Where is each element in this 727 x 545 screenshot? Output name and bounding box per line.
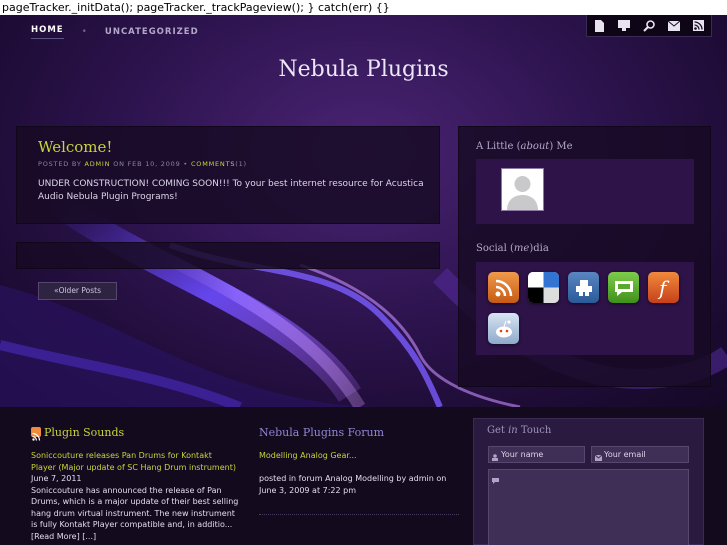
stumbleupon-icon[interactable] [568, 272, 599, 303]
nav-separator: • [81, 27, 87, 37]
contact-panel: Get in Touch Your name Your email [473, 418, 704, 545]
plugin-sounds-date: June 7, 2011 [31, 474, 82, 483]
email-placeholder: Your email [604, 450, 646, 459]
search-icon[interactable] [642, 19, 656, 33]
document-icon[interactable] [592, 19, 606, 33]
name-input[interactable]: Your name [488, 446, 585, 463]
contact-heading: Get in Touch [487, 425, 552, 436]
about-box [476, 159, 694, 224]
plugin-sounds-entry: Soniccouture releases Pan Drums for Kont… [31, 450, 239, 542]
email-input[interactable]: Your email [591, 446, 689, 463]
forum-post-meta: posted in forum Analog Modelling by admi… [259, 474, 447, 495]
plugin-sounds-link[interactable]: Soniccouture releases Pan Drums for Kont… [31, 451, 236, 472]
script-error-text: pageTracker._initData(); pageTracker._tr… [0, 0, 727, 15]
empty-panel [16, 242, 440, 269]
post-author-link[interactable]: ADMIN [84, 160, 110, 168]
delicious-icon[interactable] [528, 272, 559, 303]
post-comments-link[interactable]: COMMENTS [191, 160, 235, 168]
post-body: UNDER CONSTRUCTION! COMING SOON!!! To yo… [38, 179, 424, 202]
mail-icon[interactable] [667, 19, 681, 33]
plugin-sounds-body: Soniccouture has announced the release o… [31, 485, 239, 541]
rss-icon[interactable] [692, 19, 706, 33]
message-textarea[interactable] [488, 469, 689, 545]
user-icon [492, 451, 498, 461]
plugin-sounds-title[interactable]: Plugin Sounds [44, 426, 124, 439]
top-icon-bar [586, 15, 712, 37]
forum-title[interactable]: Nebula Plugins Forum [259, 426, 384, 439]
post-comments-count: (1) [235, 160, 247, 168]
monitor-icon[interactable] [617, 19, 631, 33]
site-title[interactable]: Nebula Plugins [0, 57, 727, 82]
post-title[interactable]: Welcome! [38, 138, 112, 156]
avatar [501, 168, 544, 211]
chat-icon [492, 474, 499, 484]
svg-text:f: f [657, 277, 670, 299]
post-date: ON FEB 10, 2009 • [113, 160, 189, 168]
post-meta: POSTED BY ADMIN ON FEB 10, 2009 • COMMEN… [38, 160, 247, 168]
reddit-icon[interactable] [488, 313, 519, 344]
about-heading: A Little (about) Me [476, 141, 573, 152]
social-box: f [476, 262, 694, 355]
forum-divider [259, 514, 459, 515]
forum-entry: Modelling Analog Gear... posted in forum… [259, 450, 459, 496]
nav-uncategorized[interactable]: UNCATEGORIZED [105, 27, 199, 37]
post-panel: Welcome! POSTED BY ADMIN ON FEB 10, 2009… [16, 126, 440, 224]
facebook-icon[interactable]: f [648, 272, 679, 303]
post-meta-prefix: POSTED BY [38, 160, 82, 168]
social-heading: Social (me)dia [476, 243, 549, 254]
technorati-icon[interactable] [608, 272, 639, 303]
older-posts-button[interactable]: «Older Posts [38, 282, 117, 300]
name-placeholder: Your name [501, 450, 544, 459]
forum-post-link[interactable]: Modelling Analog Gear... [259, 451, 357, 460]
main-nav: HOME • UNCATEGORIZED [31, 25, 199, 39]
sidebar: A Little (about) Me Social (me)dia f [458, 126, 711, 387]
envelope-icon [594, 451, 603, 461]
rss-feed-icon[interactable] [488, 272, 519, 303]
nav-home[interactable]: HOME [31, 25, 64, 39]
rss-icon[interactable] [31, 427, 41, 441]
